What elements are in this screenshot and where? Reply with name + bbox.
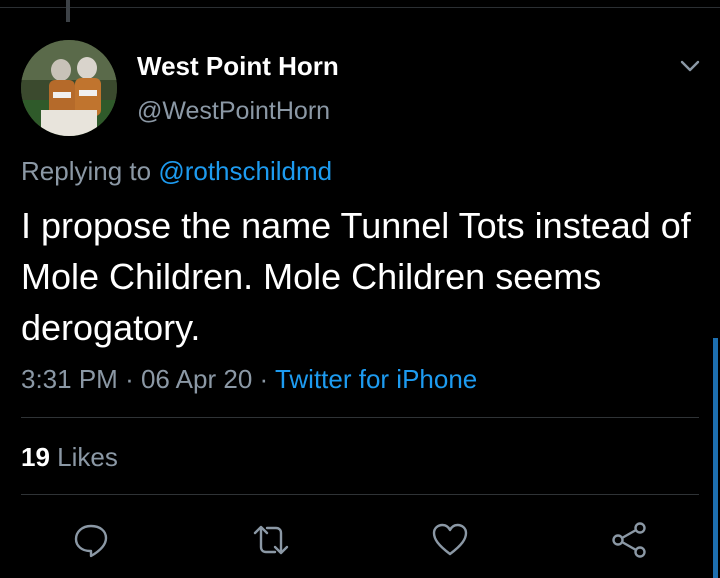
avatar[interactable]: [21, 40, 117, 136]
share-icon[interactable]: [609, 520, 649, 560]
top-divider: [0, 0, 720, 8]
likes-count-link[interactable]: 19 Likes: [21, 442, 118, 473]
likes-label: Likes: [57, 442, 118, 472]
author-handle[interactable]: @WestPointHorn: [137, 97, 330, 126]
replying-to-label: Replying to: [21, 156, 152, 186]
heart-icon[interactable]: [430, 520, 470, 560]
tweet-text: I propose the name Tunnel Tots instead o…: [21, 205, 691, 348]
tweet-metadata: 3:31 PM · 06 Apr 20 · Twitter for iPhone: [21, 364, 477, 395]
meta-separator: ·: [125, 364, 134, 394]
tweet-detail-view: West Point Horn @WestPointHorn Replying …: [0, 0, 720, 578]
tweet-source-link[interactable]: Twitter for iPhone: [275, 364, 477, 394]
divider: [21, 417, 699, 418]
scrollbar[interactable]: [713, 338, 718, 578]
reply-mention-link[interactable]: @rothschildmd: [158, 156, 332, 186]
chevron-down-icon[interactable]: [676, 52, 704, 80]
tweet-time: 3:31 PM: [21, 364, 118, 394]
retweet-icon[interactable]: [251, 520, 291, 560]
meta-separator: ·: [259, 364, 269, 394]
replying-to-line: Replying to @rothschildmd: [21, 156, 332, 187]
divider: [21, 494, 699, 495]
thread-connector-line: [66, 0, 70, 22]
tweet-date: 06 Apr 20: [140, 364, 253, 394]
author-display-name[interactable]: West Point Horn: [137, 51, 339, 82]
reply-icon[interactable]: [71, 520, 111, 560]
likes-number: 19: [21, 442, 50, 472]
